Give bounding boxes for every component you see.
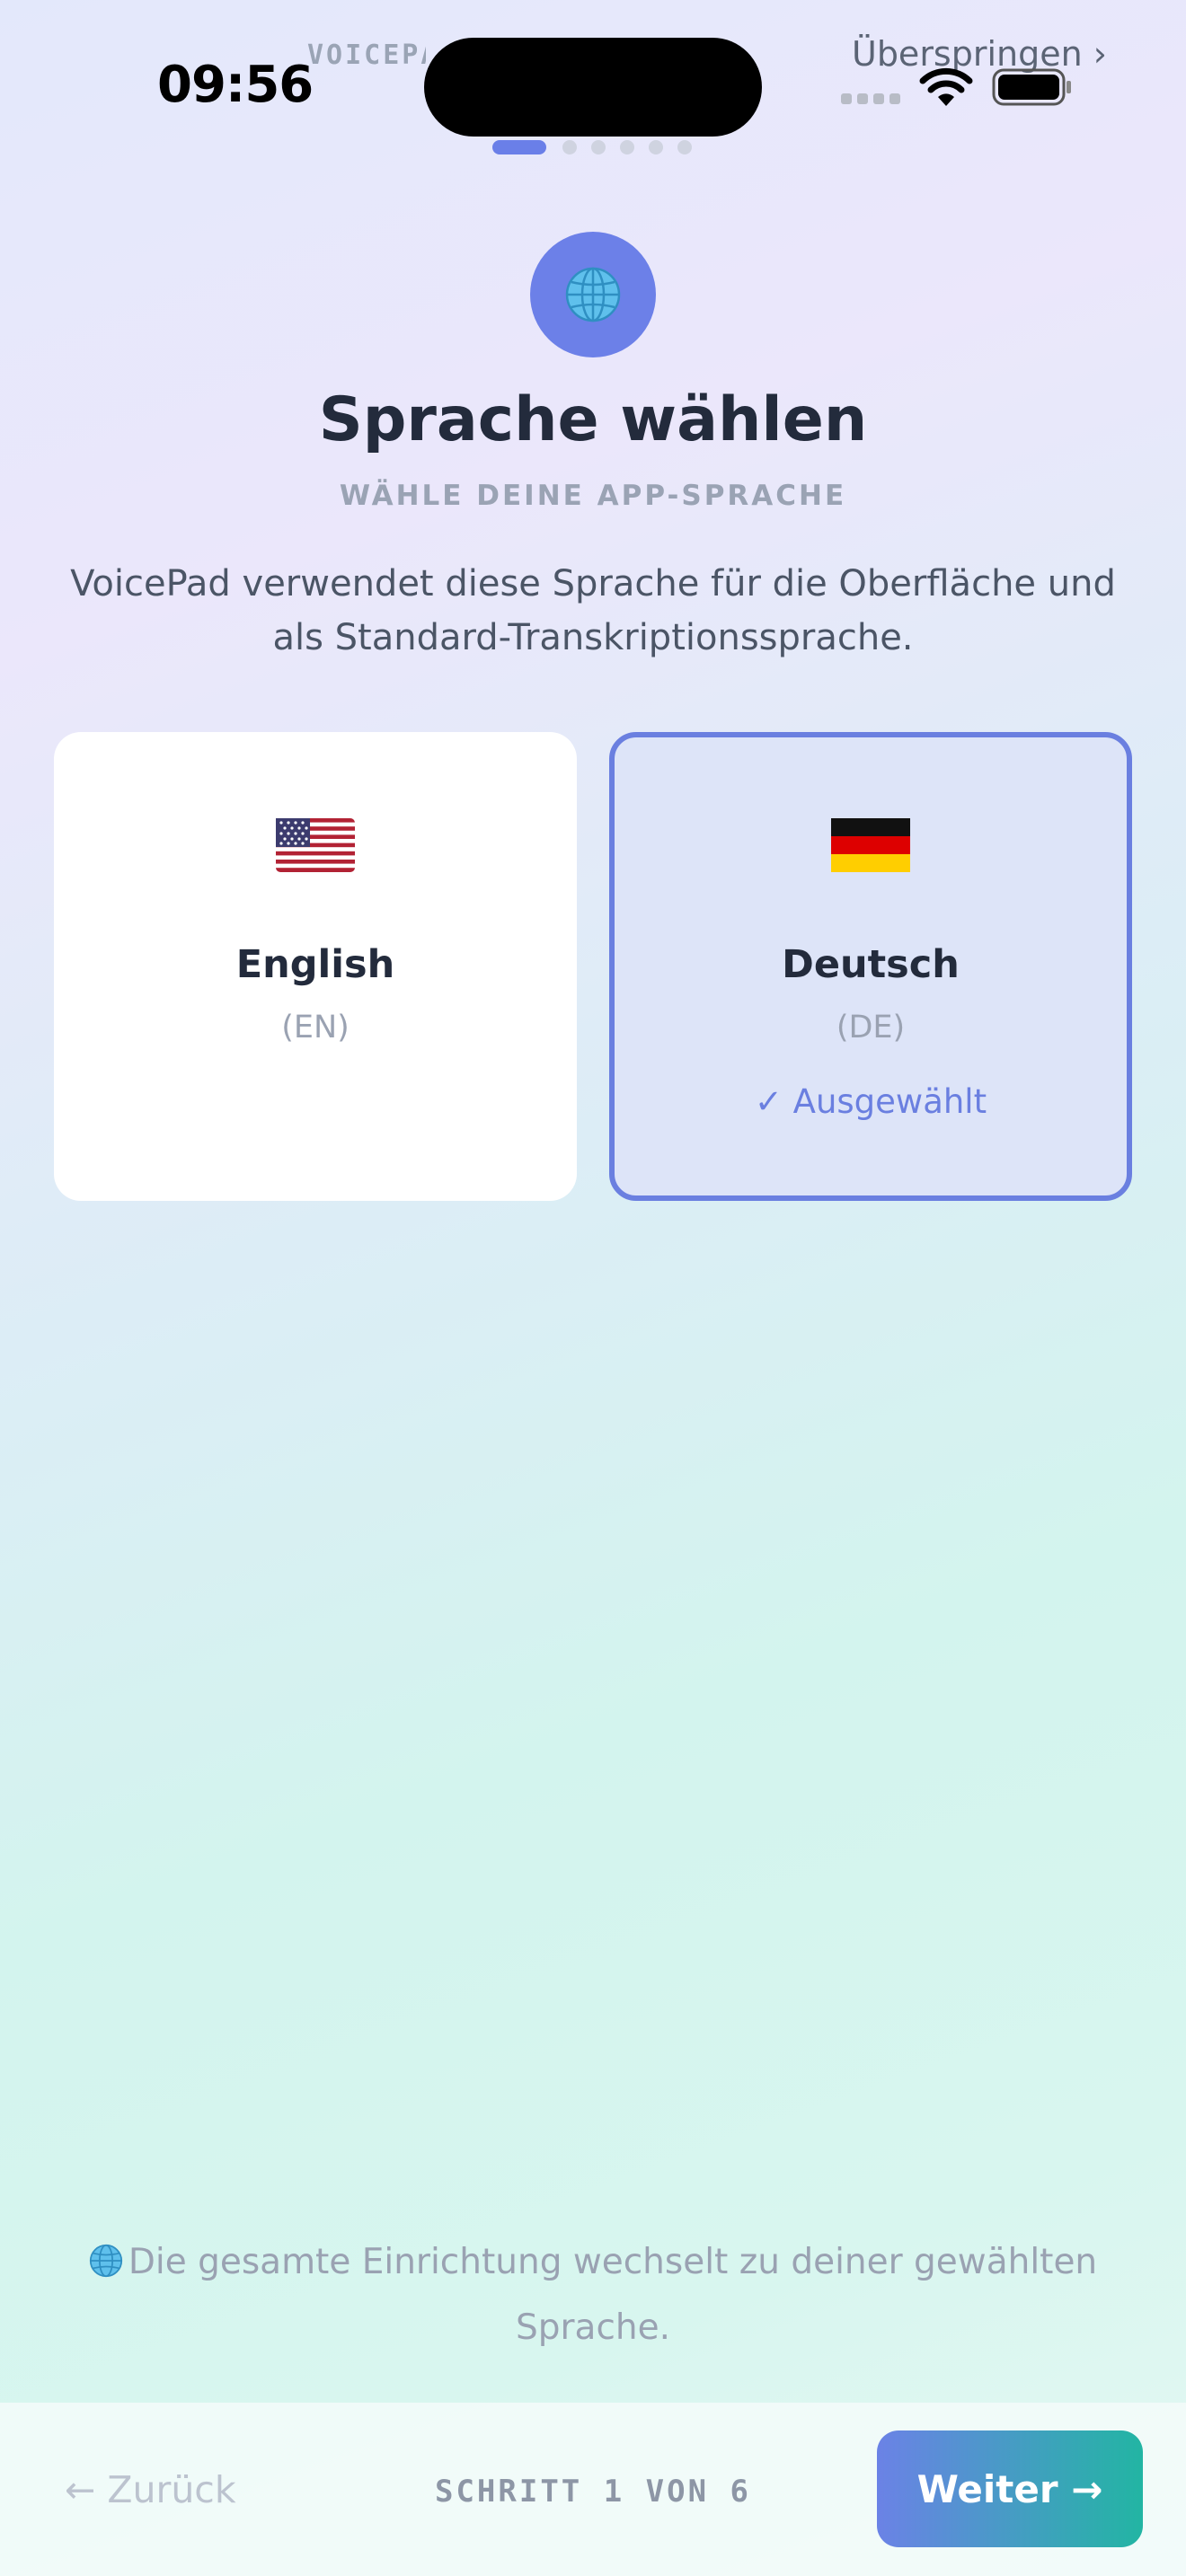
page-title: Sprache wählen [318,384,868,455]
wifi-icon [919,67,973,106]
language-code: (EN) [281,1010,350,1045]
language-code: (DE) [836,1010,906,1045]
globe-icon [565,267,621,322]
language-name: Deutsch [782,942,960,987]
page-subtitle: WÄHLE DEINE APP-SPRACHE [339,480,847,512]
page-description: VoicePad verwendet diese Sprache für die… [70,563,1116,658]
language-name: English [235,942,395,987]
de-flag-icon [831,818,910,872]
language-info-note: Die gesamte Einrichtung wechselt zu dein… [72,2229,1114,2360]
progress-dot-active [492,140,546,154]
us-flag-icon [276,818,355,872]
language-option-english[interactable]: English (EN) [54,732,577,1201]
next-button[interactable]: Weiter → [877,2430,1143,2547]
selected-indicator: ✓ Ausgewählt [754,1082,987,1121]
language-option-deutsch[interactable]: Deutsch (DE) ✓ Ausgewählt [609,732,1132,1201]
globe-icon-badge [530,232,656,357]
dynamic-island [424,38,762,137]
progress-dot [649,140,663,154]
progress-dot [562,140,577,154]
status-time: 09:56 [157,56,314,114]
progress-dot [591,140,606,154]
globe-icon [89,2244,122,2277]
progress-dot [620,140,634,154]
cellular-signal-icon [841,93,902,106]
app-brand-label: VOICEPAD [307,40,426,71]
progress-dot [677,140,692,154]
battery-icon [992,68,1071,106]
language-info-text: Die gesamte Einrichtung wechselt zu dein… [128,2242,1098,2348]
